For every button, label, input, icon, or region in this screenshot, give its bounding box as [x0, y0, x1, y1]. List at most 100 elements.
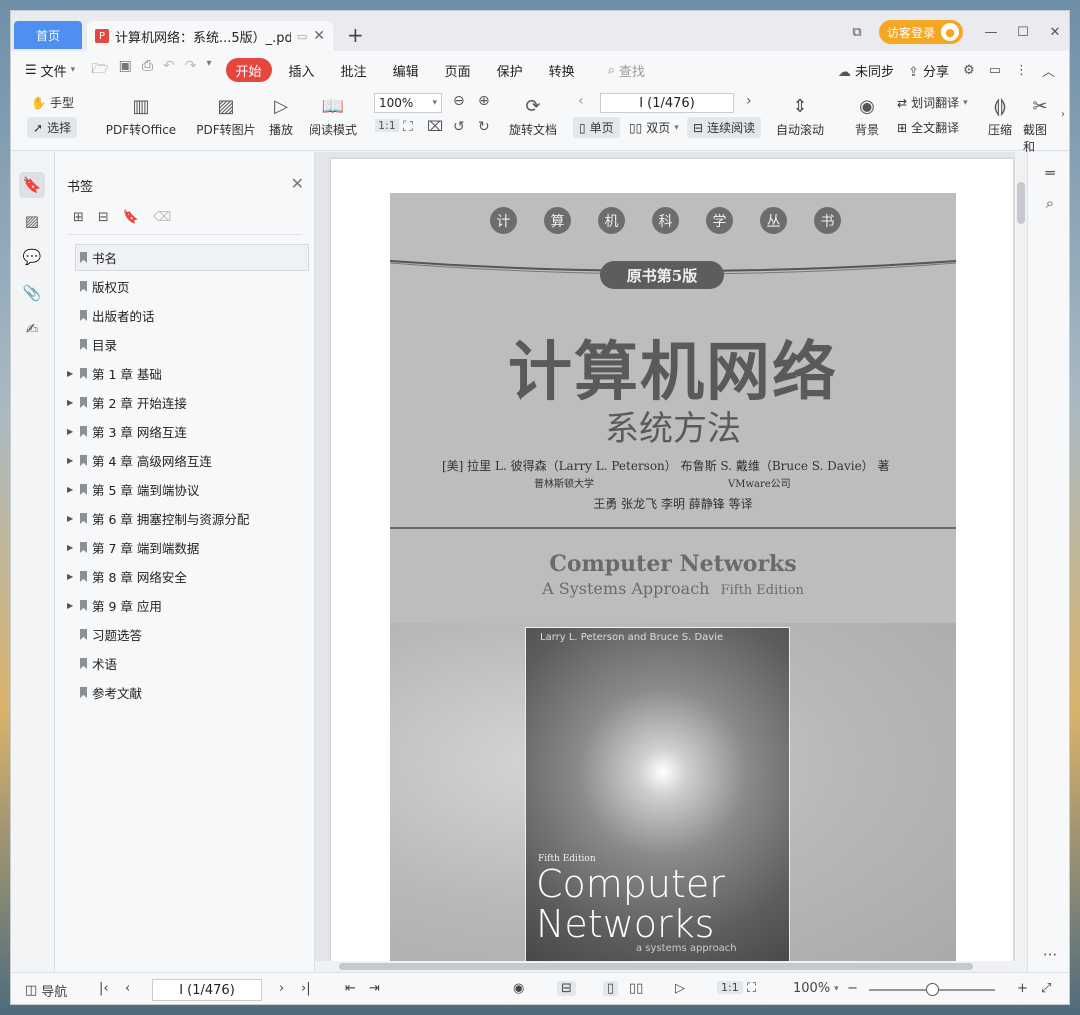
single-page-mode-icon[interactable]: ▯	[603, 981, 619, 996]
more-icon[interactable]: ···	[1037, 942, 1063, 968]
pin-icon[interactable]: ▭	[297, 30, 307, 43]
add-child-bookmark-icon[interactable]: ⊟	[98, 210, 109, 225]
save-icon[interactable]: ▣	[119, 58, 132, 82]
attachment-panel-icon[interactable]: 📎	[19, 280, 45, 306]
next-page-icon[interactable]: ›	[279, 981, 284, 996]
bookmark-item[interactable]: ▶ 第 4 章 高级网络互连	[55, 446, 315, 475]
back-icon[interactable]: ⇤	[345, 981, 356, 996]
continuous-mode-icon[interactable]: ⊟	[557, 981, 576, 996]
delete-bookmark-icon[interactable]: ⌫	[153, 210, 171, 225]
menu-tab-annotate[interactable]: 批注	[328, 58, 380, 82]
ribbon-scroll-right-icon[interactable]: ›	[1061, 109, 1065, 120]
menu-tab-page[interactable]: 页面	[432, 58, 484, 82]
vertical-scrollbar[interactable]	[1015, 152, 1027, 972]
expand-arrow-icon[interactable]: ▶	[67, 485, 73, 494]
auto-scroll-button[interactable]: ⇕ 自动滚动	[769, 91, 831, 138]
full-translate-button[interactable]: ⊞ 全文翻译	[897, 119, 959, 136]
read-mode-button[interactable]: 📖 阅读模式	[307, 91, 359, 138]
zoom-slider-knob[interactable]	[926, 983, 939, 996]
first-page-icon[interactable]: |‹	[99, 981, 109, 996]
fit-page-icon[interactable]: ⛶	[403, 119, 413, 135]
bookmark-item[interactable]: ▶ 第 2 章 开始连接	[55, 388, 315, 417]
bookmark-item[interactable]: 术语	[55, 649, 315, 678]
open-folder-icon[interactable]: 🗁	[91, 58, 108, 82]
bookmark-item[interactable]: 出版者的话	[55, 301, 315, 330]
menu-tab-start[interactable]: 开始	[225, 58, 272, 82]
file-menu[interactable]: ☰ 文件 ▾	[11, 61, 83, 80]
menu-tab-insert[interactable]: 插入	[276, 58, 328, 82]
thumbnail-panel-icon[interactable]: ▨	[19, 208, 45, 234]
close-panel-icon[interactable]: ✕	[291, 174, 304, 193]
last-page-icon[interactable]: ›|	[301, 981, 311, 996]
redo-icon[interactable]: ↷	[185, 58, 197, 82]
continuous-read-button[interactable]: ⊟ 连续阅读	[687, 117, 762, 138]
zoom-in-icon[interactable]: ⊕	[478, 93, 490, 109]
expand-arrow-icon[interactable]: ▶	[67, 572, 73, 581]
next-page-icon[interactable]: ›	[746, 93, 752, 109]
add-bookmark-icon[interactable]: ⊞	[73, 210, 84, 225]
bookmark-item[interactable]: 习题选答	[55, 620, 315, 649]
bookmark-item[interactable]: 参考文献	[55, 678, 315, 707]
ai-search-icon[interactable]: ⌕	[1037, 190, 1063, 216]
zoom-select[interactable]: 100% ▾	[793, 981, 839, 996]
tab-document[interactable]: P 计算机网络：系统...5版）_.pdf ▭ ✕	[87, 21, 333, 51]
bookmark-item[interactable]: ▶ 第 6 章 拥塞控制与资源分配	[55, 504, 315, 533]
pdf-to-image-button[interactable]: ▨ PDF转图片	[195, 91, 257, 138]
bookmark-item[interactable]: 目录	[55, 330, 315, 359]
more-options-icon[interactable]: ⋮	[1015, 63, 1028, 78]
select-tool-button[interactable]: ➚ 选择	[27, 117, 78, 138]
single-page-button[interactable]: ▯ 单页	[573, 117, 620, 138]
fit-width-icon[interactable]: ⌧	[427, 119, 443, 135]
play-icon[interactable]: ▷	[675, 981, 685, 996]
bookmark-item[interactable]: ▶ 第 3 章 网络互连	[55, 417, 315, 446]
collapse-ribbon-icon[interactable]: ︿	[1042, 61, 1055, 80]
word-translate-button[interactable]: ⇄ 划词翻译 ▾	[897, 94, 968, 111]
zoom-out-icon[interactable]: −	[847, 981, 858, 996]
eye-protection-icon[interactable]: ◉	[513, 981, 524, 996]
rotate-document-button[interactable]: ⟳ 旋转文档	[505, 91, 561, 138]
tab-home[interactable]: 首页	[14, 21, 82, 49]
zoom-slider[interactable]	[869, 983, 995, 996]
expand-arrow-icon[interactable]: ▶	[67, 601, 73, 610]
maximize-button[interactable]: ☐	[1007, 25, 1039, 40]
search-box[interactable]: ⌕ 查找	[608, 61, 645, 80]
bookmark-item[interactable]: ▶ 第 7 章 端到端数据	[55, 533, 315, 562]
navigation-toggle[interactable]: ◫ 导航	[25, 981, 67, 1000]
guest-login-button[interactable]: 访客登录 ●	[878, 20, 963, 44]
expand-arrow-icon[interactable]: ▶	[67, 456, 73, 465]
forward-icon[interactable]: ⇥	[369, 981, 380, 996]
fullscreen-icon[interactable]: ⤢	[1041, 981, 1051, 996]
play-button[interactable]: ▷ 播放	[265, 91, 297, 138]
screenshot-button[interactable]: ✂ 截图和	[1023, 91, 1057, 155]
fit-page-icon[interactable]: ⛶	[747, 981, 756, 996]
zoom-out-icon[interactable]: ⊖	[453, 93, 465, 109]
prev-page-icon[interactable]: ‹	[125, 981, 130, 996]
print-icon[interactable]: ⎙	[142, 58, 153, 82]
expand-arrow-icon[interactable]: ▶	[67, 543, 73, 552]
bookmark-item[interactable]: 书名	[55, 243, 315, 272]
zoom-select[interactable]: 100% ▾	[374, 93, 442, 113]
background-button[interactable]: ◉ 背景	[847, 91, 887, 138]
sync-status[interactable]: ☁ 未同步	[838, 61, 894, 80]
double-page-button[interactable]: ▯▯ 双页 ▾	[629, 119, 679, 136]
document-viewport[interactable]: 计 算 机 科 学 丛 书 原书第5版 计算机网络 系统方法 [美] 拉里 L.…	[315, 152, 1027, 972]
actual-size-icon[interactable]: 1:1	[375, 119, 399, 132]
actual-size-icon[interactable]: 1:1	[717, 981, 743, 994]
bookmark-item[interactable]: 版权页	[55, 272, 315, 301]
prev-page-icon[interactable]: ‹	[578, 93, 584, 109]
undo-icon[interactable]: ↶	[163, 58, 175, 82]
pdf-to-office-button[interactable]: ▥ PDF转Office	[101, 91, 181, 138]
more-chevron-icon[interactable]: ▾	[206, 58, 211, 82]
horizontal-scrollbar[interactable]	[315, 961, 1015, 972]
expand-arrow-icon[interactable]: ▶	[67, 398, 73, 407]
new-tab-button[interactable]: +	[347, 25, 364, 45]
bookmark-item[interactable]: ▶ 第 9 章 应用	[55, 591, 315, 620]
menu-tab-protect[interactable]: 保护	[484, 58, 536, 82]
comment-panel-icon[interactable]: 💬	[19, 244, 45, 270]
rotate-right-icon[interactable]: ↻	[478, 119, 490, 135]
bookmark-item[interactable]: ▶ 第 8 章 网络安全	[55, 562, 315, 591]
menu-tab-edit[interactable]: 编辑	[380, 58, 432, 82]
page-number-input[interactable]: I (1/476)	[600, 93, 734, 113]
rotate-left-icon[interactable]: ↺	[453, 119, 465, 135]
bookmark-item[interactable]: ▶ 第 1 章 基础	[55, 359, 315, 388]
